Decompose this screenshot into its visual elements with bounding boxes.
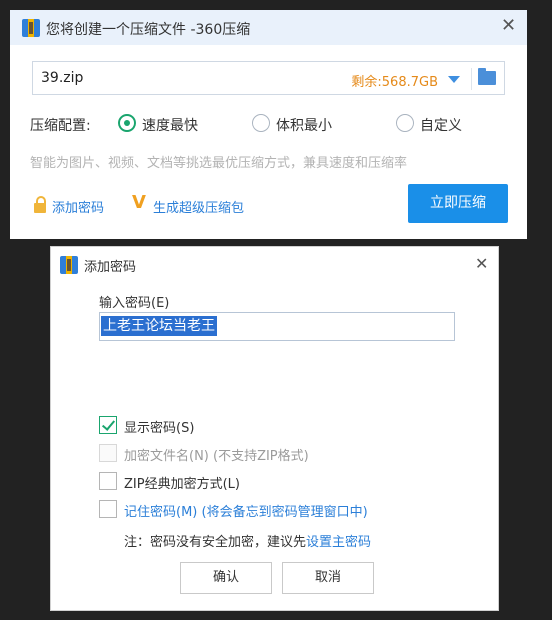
remember-password-checkbox[interactable]: [99, 500, 117, 518]
show-password-checkbox[interactable]: [99, 416, 117, 434]
close-icon[interactable]: ✕: [501, 17, 516, 35]
dialog-title: 添加密码: [84, 260, 137, 275]
password-value[interactable]: 上老王论坛当老王: [101, 316, 217, 336]
super-v-icon: V: [132, 192, 146, 213]
radio-fastest[interactable]: [118, 114, 136, 132]
output-path-field[interactable]: 39.zip 剩余:568.7GB: [32, 61, 505, 95]
remember-password-label[interactable]: 记住密码(M) (将会备忘到密码管理窗口中): [124, 501, 368, 520]
radio-custom-label[interactable]: 自定义: [420, 115, 462, 135]
show-password-label[interactable]: 显示密码(S): [124, 417, 194, 436]
divider: [471, 68, 472, 90]
compress-hint: 智能为图片、视频、文档等挑选最优压缩方式，兼具速度和压缩率: [30, 156, 408, 171]
compress-now-button[interactable]: 立即压缩: [408, 184, 508, 223]
security-note: 注：密码没有安全加密，建议先设置主密码: [124, 531, 371, 550]
password-dialog: 添加密码 ✕ 输入密码(E) 上老王论坛当老王 显示密码(S) 加密文件名(N)…: [50, 246, 499, 611]
radio-smallest[interactable]: [252, 114, 270, 132]
security-note-text: 注：密码没有安全加密，建议先: [124, 535, 307, 550]
password-input[interactable]: 上老王论坛当老王: [99, 312, 455, 341]
free-space-label: 剩余:568.7GB: [351, 75, 438, 90]
cancel-button[interactable]: 取消: [282, 562, 374, 594]
encrypt-filename-label: 加密文件名(N) (不支持ZIP格式): [124, 449, 309, 464]
ok-button[interactable]: 确认: [180, 562, 272, 594]
password-input-label: 输入密码(E): [99, 296, 170, 311]
output-file-name[interactable]: 39.zip: [41, 70, 83, 86]
chevron-down-icon[interactable]: [448, 76, 460, 83]
radio-custom[interactable]: [396, 114, 414, 132]
app-archive-icon: [60, 256, 78, 274]
folder-icon[interactable]: [478, 68, 496, 85]
encrypt-filename-checkbox: [99, 444, 117, 462]
lock-icon: [34, 196, 46, 213]
dialog-title-bar: 添加密码 ✕: [51, 247, 498, 281]
add-password-link[interactable]: 添加密码: [52, 197, 104, 216]
zip-classic-checkbox[interactable]: [99, 472, 117, 490]
zip-classic-label[interactable]: ZIP经典加密方式(L): [124, 473, 240, 492]
close-icon[interactable]: ✕: [475, 255, 488, 273]
window-title: 您将创建一个压缩文件 -360压缩: [46, 22, 251, 38]
title-bar: 您将创建一个压缩文件 -360压缩 ✕: [10, 10, 527, 45]
compress-window: 您将创建一个压缩文件 -360压缩 ✕ 39.zip 剩余:568.7GB 压缩…: [10, 10, 527, 239]
radio-fastest-label[interactable]: 速度最快: [142, 115, 198, 135]
app-archive-icon: [22, 19, 40, 37]
radio-smallest-label[interactable]: 体积最小: [276, 115, 332, 135]
config-label: 压缩配置:: [30, 118, 91, 134]
set-master-password-link[interactable]: 设置主密码: [306, 535, 371, 550]
super-package-link[interactable]: 生成超级压缩包: [153, 197, 244, 216]
